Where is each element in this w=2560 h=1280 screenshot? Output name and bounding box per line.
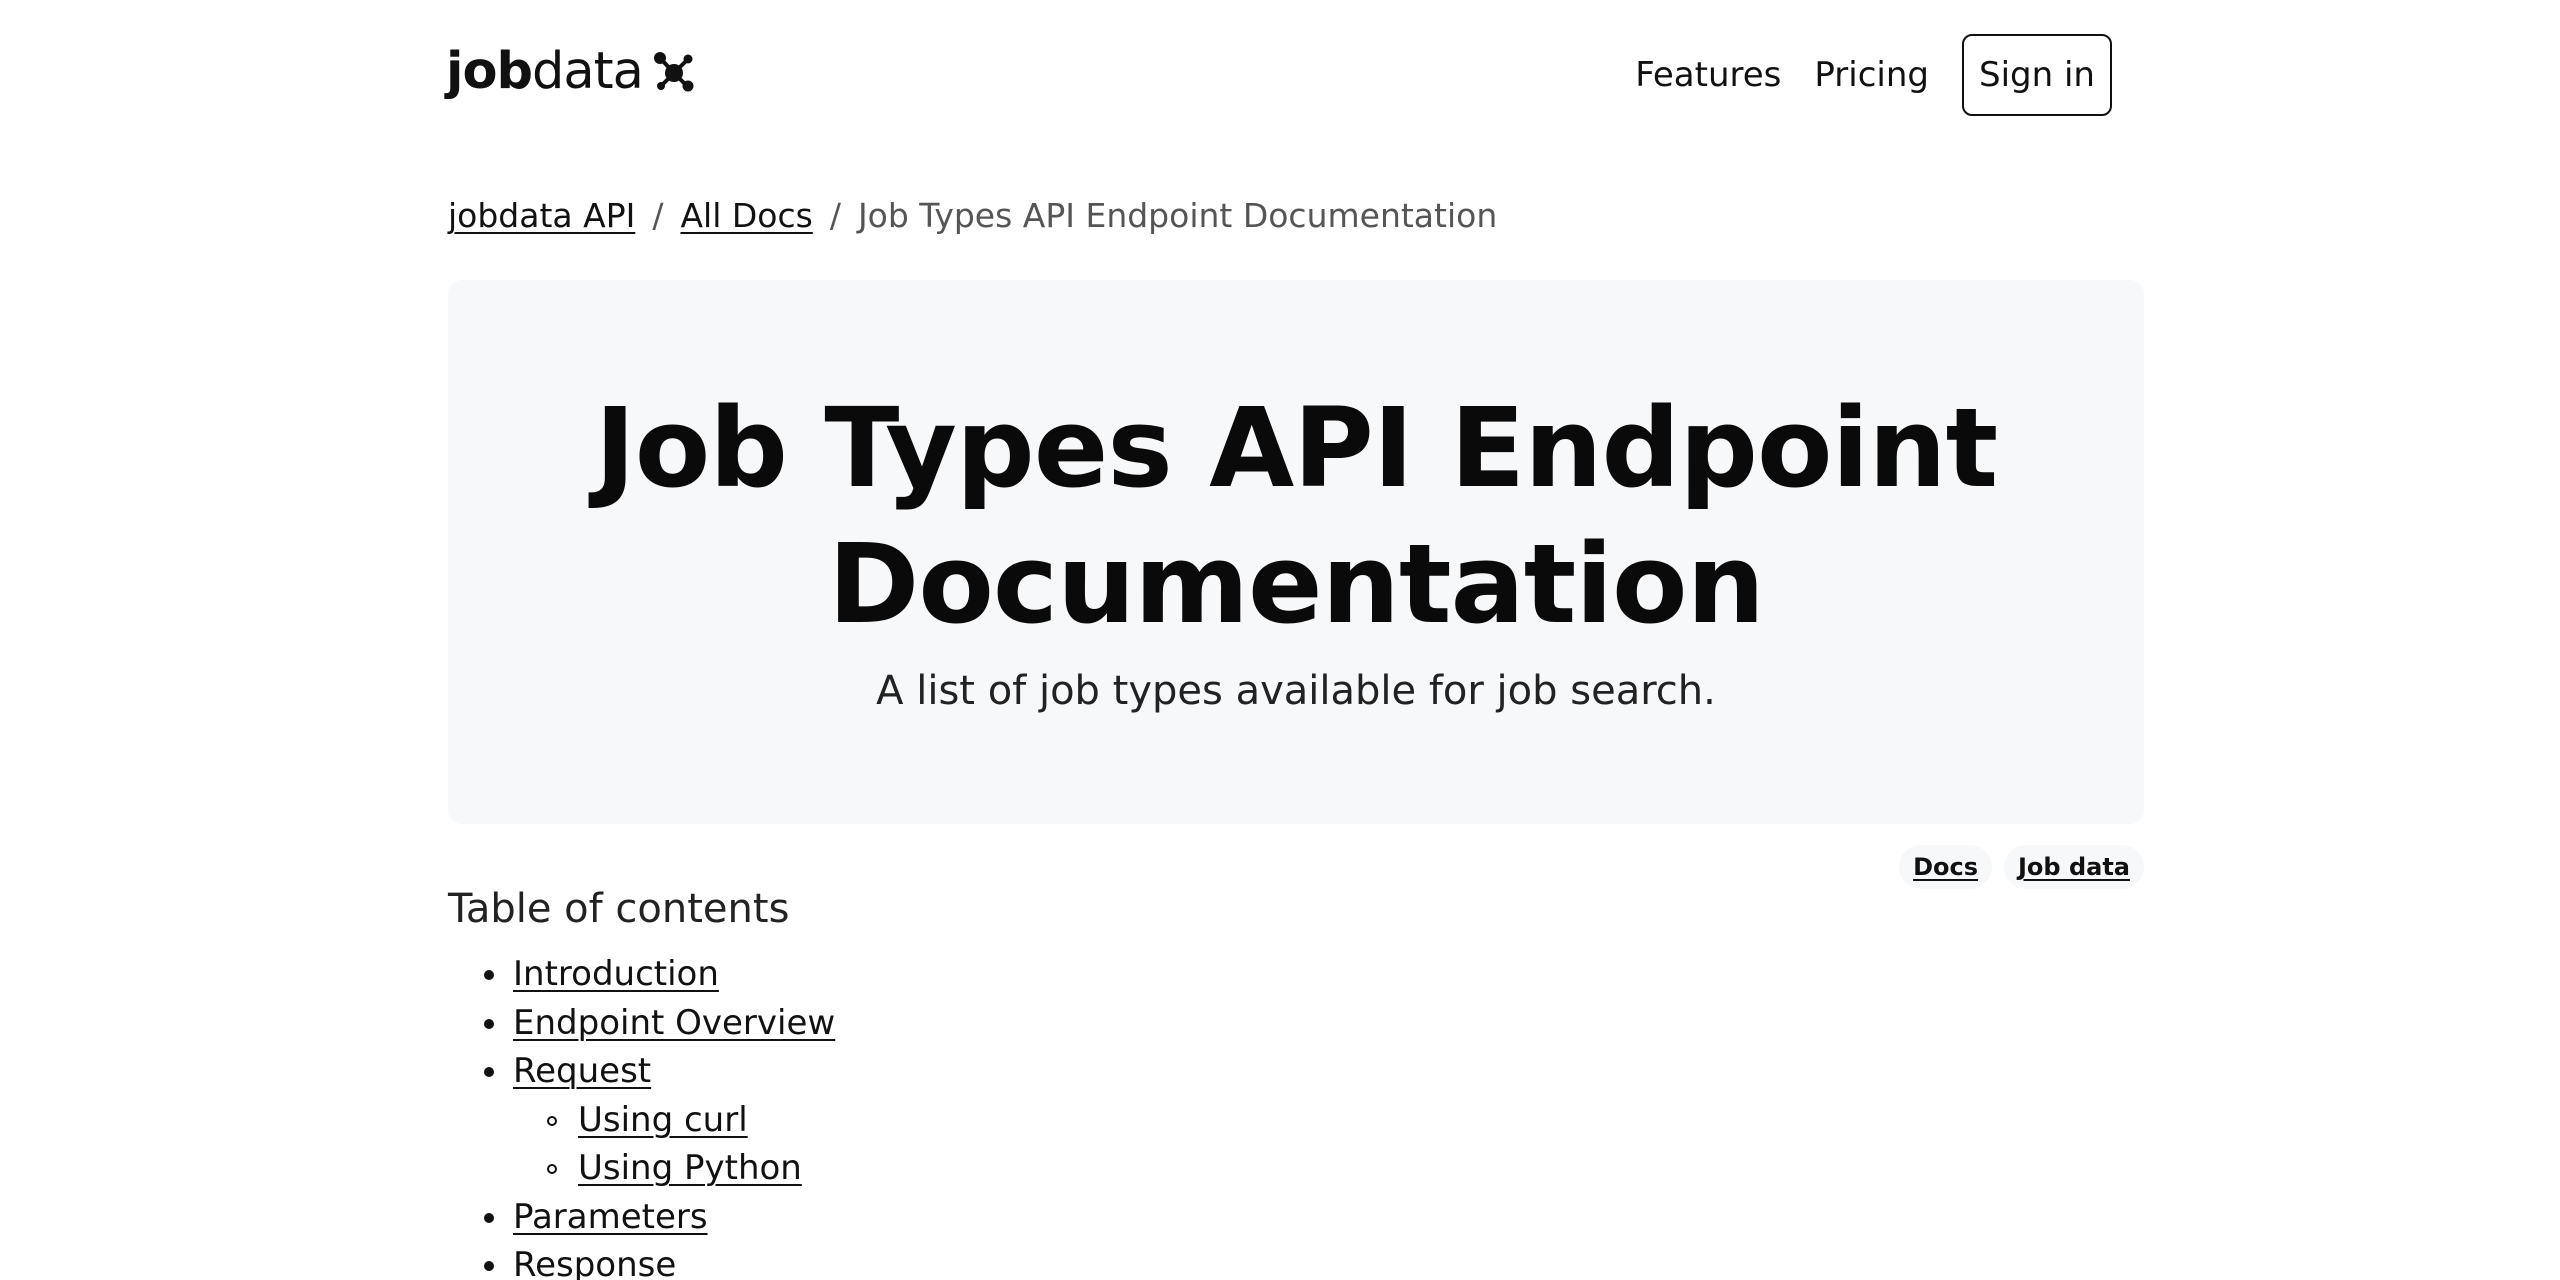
breadcrumb-separator: / xyxy=(652,196,664,235)
toc-link-introduction[interactable]: Introduction xyxy=(513,954,719,994)
page-title: Job Types API Endpoint Documentation xyxy=(448,380,2144,652)
bullet-icon xyxy=(484,1212,494,1223)
toc-subitem: Using curl xyxy=(448,1096,835,1145)
toc-link-request[interactable]: Request xyxy=(513,1051,651,1091)
page-subtitle: A list of job types available for job se… xyxy=(876,668,1716,714)
main-nav: Features Pricing Sign in xyxy=(1602,32,2112,118)
breadcrumb-separator: / xyxy=(829,196,841,235)
toc-subitem: Using Python xyxy=(448,1144,835,1193)
toc-item: Introduction xyxy=(448,950,835,999)
nav-features-link[interactable]: Features xyxy=(1635,55,1781,95)
bullet-icon xyxy=(484,1067,494,1077)
toc-item: Endpoint Overview xyxy=(448,999,835,1048)
page-title-line-2: Documentation xyxy=(828,520,1765,648)
logo-text-bold: job xyxy=(446,42,533,101)
sign-in-button[interactable]: Sign in xyxy=(1962,34,2112,116)
tag-docs[interactable]: Docs xyxy=(1899,845,1992,889)
hollow-bullet-icon xyxy=(547,1164,557,1174)
site-header: job data Features Pricing Sign in xyxy=(446,28,2112,124)
toc-link-using-curl[interactable]: Using curl xyxy=(578,1100,748,1140)
logo-link[interactable]: job data xyxy=(446,42,695,101)
toc-item: Request xyxy=(448,1047,835,1096)
breadcrumb-link-all-docs[interactable]: All Docs xyxy=(680,196,812,235)
toc-link-response[interactable]: Response xyxy=(513,1245,676,1280)
toc-item: Response xyxy=(448,1241,835,1280)
toc-item: Parameters xyxy=(448,1193,835,1242)
hero-panel: Job Types API Endpoint Documentation A l… xyxy=(448,280,2144,824)
logo-molecule-icon xyxy=(653,51,694,91)
breadcrumb: jobdata API / All Docs / Job Types API E… xyxy=(448,196,1497,235)
tag-job-data[interactable]: Job data xyxy=(2004,845,2144,889)
hollow-bullet-icon xyxy=(547,1115,557,1126)
nav-pricing-link[interactable]: Pricing xyxy=(1814,55,1929,95)
breadcrumb-link-jobdata-api[interactable]: jobdata API xyxy=(448,196,635,235)
page: job data Features Pricing Sign in jobdata… xyxy=(0,0,2560,1280)
breadcrumb-current: Job Types API Endpoint Documentation xyxy=(857,196,1498,235)
bullet-icon xyxy=(484,1261,494,1271)
table-of-contents: Introduction Endpoint Overview Request U… xyxy=(448,950,835,1280)
bullet-icon xyxy=(484,970,494,980)
toc-link-parameters[interactable]: Parameters xyxy=(513,1197,708,1237)
page-title-line-1: Job Types API Endpoint xyxy=(594,384,1998,512)
toc-link-using-python[interactable]: Using Python xyxy=(578,1148,802,1188)
logo-text-light: data xyxy=(532,42,644,101)
toc-title: Table of contents xyxy=(448,886,790,932)
toc-link-endpoint-overview[interactable]: Endpoint Overview xyxy=(513,1003,835,1043)
tag-list: Docs Job data xyxy=(1887,845,2144,889)
bullet-icon xyxy=(484,1018,494,1029)
